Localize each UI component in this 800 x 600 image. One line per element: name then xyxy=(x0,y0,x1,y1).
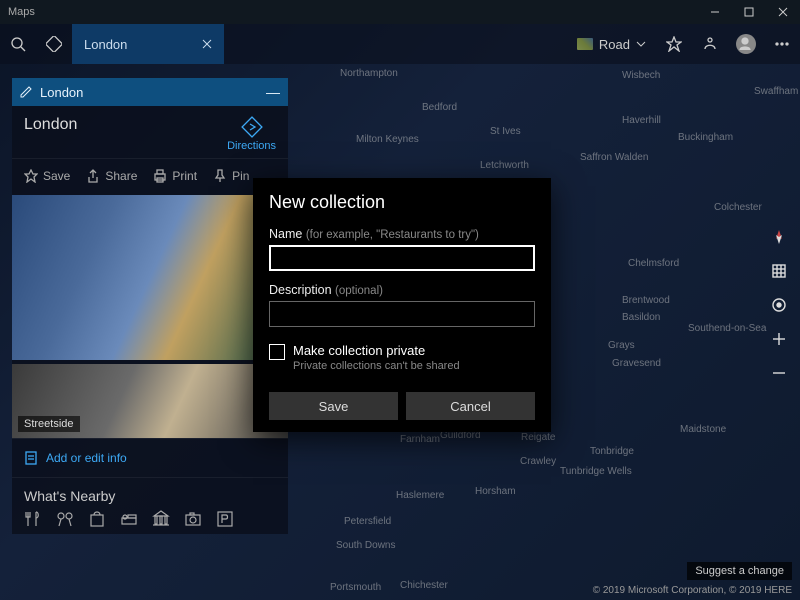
app-window: Maps London Road Northampton Bedford Mil… xyxy=(0,0,800,600)
map-label: Horsham xyxy=(475,486,516,497)
pencil-icon xyxy=(20,86,32,98)
place-panel: London — London Directions Save Share Pr… xyxy=(12,78,288,534)
map-label: Colchester xyxy=(714,202,762,213)
pin-action[interactable]: Pin xyxy=(207,165,255,187)
map-label: Basildon xyxy=(622,312,660,323)
save-action[interactable]: Save xyxy=(18,165,76,187)
map-layer-selector[interactable]: Road xyxy=(567,37,656,52)
map-label: Petersfield xyxy=(344,516,391,527)
hotels-icon[interactable] xyxy=(120,510,138,528)
add-edit-info[interactable]: Add or edit info xyxy=(12,438,288,478)
close-tab-icon[interactable] xyxy=(198,33,216,56)
name-label: Name (for example, "Restaurants to try") xyxy=(269,227,535,241)
streetside-photo[interactable]: Streetside xyxy=(12,364,288,438)
share-action[interactable]: Share xyxy=(80,165,143,187)
collection-name-input[interactable] xyxy=(269,245,535,271)
map-label: Milton Keynes xyxy=(356,134,419,145)
dialog-title: New collection xyxy=(269,192,535,213)
restaurants-icon[interactable] xyxy=(24,510,42,528)
search-tab[interactable]: London xyxy=(72,24,224,64)
map-label: Maidstone xyxy=(680,424,726,435)
panel-minimize-button[interactable]: — xyxy=(266,84,280,100)
private-sublabel: Private collections can't be shared xyxy=(293,360,460,372)
map-label: Swaffham xyxy=(754,86,798,97)
map-label: Chelmsford xyxy=(628,258,679,269)
account-icon[interactable] xyxy=(728,24,764,64)
directions-label: Directions xyxy=(227,140,276,152)
map-label: Chichester xyxy=(400,580,448,591)
place-photo[interactable] xyxy=(12,195,288,360)
suggest-change-button[interactable]: Suggest a change xyxy=(687,562,792,580)
map-layer-swatch xyxy=(577,38,593,50)
copyright-text: © 2019 Microsoft Corporation, © 2019 HER… xyxy=(593,585,792,596)
compass-icon[interactable] xyxy=(767,225,791,249)
zoom-in-button[interactable] xyxy=(767,327,791,351)
private-label: Make collection private xyxy=(293,343,460,358)
map-label: South Downs xyxy=(336,540,395,551)
camera-icon[interactable] xyxy=(184,510,202,528)
directions-icon[interactable] xyxy=(36,24,72,64)
map-label: Letchworth xyxy=(480,160,529,171)
private-checkbox[interactable] xyxy=(269,344,285,360)
map-controls xyxy=(764,225,794,385)
map-label: Bedford xyxy=(422,102,457,113)
ink-icon[interactable] xyxy=(692,24,728,64)
titlebar: Maps xyxy=(0,0,800,24)
print-action[interactable]: Print xyxy=(147,165,203,187)
banks-icon[interactable] xyxy=(152,510,170,528)
map-label: Portsmouth xyxy=(330,582,381,593)
map-label: Crawley xyxy=(520,456,556,467)
description-label: Description (optional) xyxy=(269,283,535,297)
map-label: Brentwood xyxy=(622,295,670,306)
map-label: Haverhill xyxy=(622,115,661,126)
map-label: Reigate xyxy=(521,432,555,443)
panel-header: London — xyxy=(12,78,288,106)
tilt-icon[interactable] xyxy=(767,259,791,283)
streetside-badge: Streetside xyxy=(18,416,80,432)
locate-icon[interactable] xyxy=(767,293,791,317)
toolbar: London Road xyxy=(0,24,800,64)
search-tab-label: London xyxy=(84,37,127,52)
map-label: St Ives xyxy=(490,126,521,137)
map-layer-label: Road xyxy=(599,37,630,52)
collection-description-input[interactable] xyxy=(269,301,535,327)
shopping-icon[interactable] xyxy=(88,510,106,528)
dialog-save-button[interactable]: Save xyxy=(269,392,398,420)
attractions-icon[interactable] xyxy=(56,510,74,528)
map-label: Northampton xyxy=(340,68,398,79)
new-collection-dialog: New collection Name (for example, "Resta… xyxy=(253,178,551,432)
parking-icon[interactable] xyxy=(216,510,234,528)
map-label: Tonbridge xyxy=(590,446,634,457)
favorites-icon[interactable] xyxy=(656,24,692,64)
map-label: Gravesend xyxy=(612,358,661,369)
nearby-section: What's Nearby xyxy=(12,478,288,534)
map-label: Southend-on-Sea xyxy=(688,323,766,334)
more-icon[interactable] xyxy=(764,24,800,64)
map-label: Farnham xyxy=(400,434,440,445)
place-title: London xyxy=(24,116,77,134)
map-label: Tunbridge Wells xyxy=(560,466,632,477)
minimize-button[interactable] xyxy=(698,0,732,24)
map-label: Haslemere xyxy=(396,490,444,501)
map-label: Buckingham xyxy=(678,132,733,143)
map-label: Wisbech xyxy=(622,70,660,81)
panel-actions: Save Share Print Pin xyxy=(12,158,288,195)
search-icon[interactable] xyxy=(0,24,36,64)
chevron-down-icon xyxy=(636,39,646,49)
map-label: Grays xyxy=(608,340,635,351)
close-button[interactable] xyxy=(766,0,800,24)
zoom-out-button[interactable] xyxy=(767,361,791,385)
app-title: Maps xyxy=(8,6,35,18)
nearby-title: What's Nearby xyxy=(24,488,276,504)
map-label: Saffron Walden xyxy=(580,152,648,163)
dialog-cancel-button[interactable]: Cancel xyxy=(406,392,535,420)
directions-button[interactable]: Directions xyxy=(227,116,276,152)
maximize-button[interactable] xyxy=(732,0,766,24)
panel-header-label: London xyxy=(40,85,83,100)
